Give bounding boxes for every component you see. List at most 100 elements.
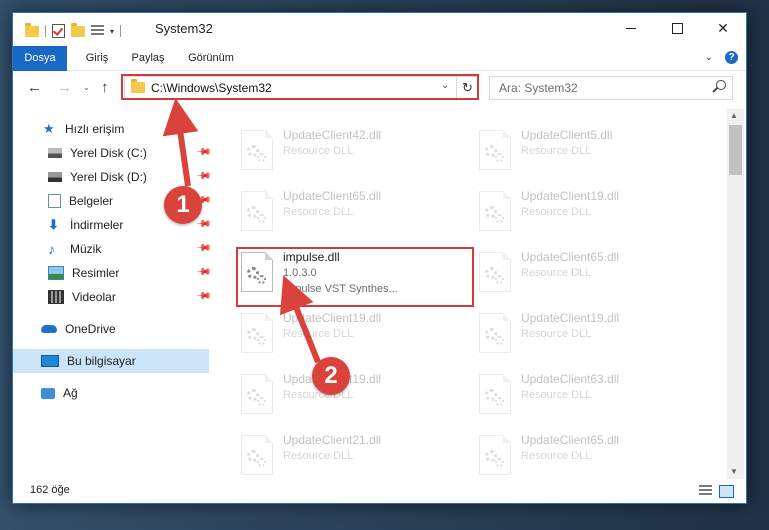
step-badge-2: 2 bbox=[312, 357, 350, 395]
sidebar-item-label: OneDrive bbox=[65, 322, 116, 336]
music-icon: ♪ bbox=[48, 241, 55, 257]
refresh-icon[interactable]: ↻ bbox=[456, 77, 478, 99]
dll-file-icon bbox=[479, 374, 511, 414]
list-item[interactable]: UpdateClient5.dll Resource DLL bbox=[475, 124, 699, 180]
list-item[interactable]: UpdateClient19.dll Resource DLL bbox=[237, 307, 461, 363]
list-item[interactable]: UpdateClient65.dll Resource DLL bbox=[475, 429, 699, 479]
ribbon-tabs: Dosya Giriş Paylaş Görünüm ⌄ ? bbox=[13, 46, 746, 102]
list-item-impulse-dll[interactable]: impulse.dll 1.0.3.0 Impulse VST Synthes.… bbox=[237, 246, 461, 302]
quick-access-toolbar: ▾ bbox=[25, 22, 122, 39]
sidebar-item-label: Yerel Disk (D:) bbox=[70, 170, 147, 184]
sidebar-item-music[interactable]: ♪ Müzik 📌 bbox=[13, 237, 212, 261]
sidebar-item-videos[interactable]: Videolar 📌 bbox=[13, 285, 212, 309]
dll-file-icon bbox=[241, 252, 273, 292]
sidebar-item-label: Yerel Disk (C:) bbox=[70, 146, 147, 160]
back-arrow-icon[interactable]: ← bbox=[27, 79, 42, 96]
ribbon-controls: ⌄ ? bbox=[705, 51, 738, 64]
pin-icon[interactable]: 📌 bbox=[195, 168, 212, 185]
minimize-button[interactable] bbox=[608, 13, 654, 43]
sidebar-item-label: Belgeler bbox=[69, 194, 114, 208]
scroll-thumb[interactable] bbox=[729, 125, 742, 175]
pictures-icon bbox=[48, 266, 64, 280]
sidebar-item-label: İndirmeler bbox=[70, 218, 124, 232]
file-type: Resource DLL bbox=[283, 450, 354, 462]
file-type: Resource DLL bbox=[521, 328, 592, 340]
expand-ribbon-icon[interactable]: ⌄ bbox=[705, 52, 713, 63]
list-item[interactable]: UpdateClient65.dll Resource DLL bbox=[237, 185, 461, 241]
new-folder-icon[interactable] bbox=[71, 22, 85, 37]
network-icon bbox=[41, 387, 55, 399]
sidebar-item-label: Ağ bbox=[63, 386, 78, 400]
item-count: 162 öğe bbox=[30, 484, 70, 496]
file-name: UpdateClient19.dll bbox=[521, 311, 620, 325]
close-button[interactable]: ✕ bbox=[700, 13, 746, 43]
help-icon[interactable]: ? bbox=[725, 51, 738, 64]
pin-icon[interactable]: 📌 bbox=[195, 264, 212, 281]
sidebar-item-quick-access[interactable]: ★ Hızlı erişim bbox=[13, 117, 209, 141]
up-arrow-icon[interactable]: ↑ bbox=[101, 79, 109, 96]
sidebar-item-label: Müzik bbox=[70, 242, 102, 256]
scroll-up-icon[interactable]: ▲ bbox=[730, 111, 738, 120]
file-type: Resource DLL bbox=[521, 389, 592, 401]
list-item[interactable]: UpdateClient65.dll Resource DLL bbox=[475, 246, 699, 302]
list-item[interactable]: UpdateClient19.dll Resource DLL bbox=[475, 185, 699, 241]
file-type: Resource DLL bbox=[283, 206, 354, 218]
address-dropdown-icon[interactable]: ⌄ bbox=[441, 80, 449, 91]
sidebar-item-onedrive[interactable]: OneDrive bbox=[13, 317, 209, 341]
list-item[interactable]: UpdateClient63.dll Resource DLL bbox=[475, 368, 699, 424]
details-view-icon[interactable] bbox=[699, 485, 712, 496]
file-type: Resource DLL bbox=[521, 145, 592, 157]
forward-arrow-icon[interactable]: → bbox=[57, 79, 72, 96]
sidebar-item-this-pc[interactable]: Bu bilgisayar bbox=[13, 349, 209, 373]
file-type: Resource DLL bbox=[521, 206, 592, 218]
file-name: UpdateClient65.dll bbox=[283, 189, 382, 203]
sidebar-item-network[interactable]: Ağ bbox=[13, 381, 209, 405]
search-icon[interactable] bbox=[716, 80, 726, 90]
vertical-scrollbar[interactable]: ▲ ▼ bbox=[727, 109, 744, 479]
file-type: Resource DLL bbox=[521, 267, 592, 279]
divider bbox=[45, 25, 46, 37]
list-item[interactable]: UpdateClient19.dll Resource DLL bbox=[475, 307, 699, 363]
sidebar-item-drive-c[interactable]: Yerel Disk (C:) 📌 bbox=[13, 141, 212, 165]
tiles-view-icon[interactable] bbox=[719, 485, 734, 498]
pin-icon[interactable]: 📌 bbox=[195, 216, 212, 233]
title-bar: ▾ System32 ✕ bbox=[13, 13, 746, 46]
file-description: Impulse VST Synthes... bbox=[283, 283, 398, 295]
file-name: UpdateClient19.dll bbox=[283, 311, 382, 325]
tab-view[interactable]: Görünüm bbox=[183, 46, 239, 70]
tab-share[interactable]: Paylaş bbox=[127, 46, 169, 70]
dll-file-icon bbox=[241, 191, 273, 231]
file-name: UpdateClient65.dll bbox=[521, 433, 620, 447]
folder-icon bbox=[131, 79, 145, 93]
maximize-icon bbox=[671, 22, 683, 34]
scroll-down-icon[interactable]: ▼ bbox=[730, 467, 738, 476]
step-badge-1: 1 bbox=[164, 186, 202, 224]
sidebar-item-pictures[interactable]: Resimler 📌 bbox=[13, 261, 212, 285]
drive-icon bbox=[48, 172, 62, 182]
pin-icon[interactable]: 📌 bbox=[195, 144, 212, 161]
status-bar: 162 öğe bbox=[13, 479, 746, 503]
file-name: UpdateClient65.dll bbox=[521, 250, 620, 264]
dll-file-icon bbox=[479, 252, 511, 292]
sidebar-item-label: Bu bilgisayar bbox=[67, 354, 136, 368]
tab-home[interactable]: Giriş bbox=[79, 46, 115, 70]
dll-file-icon bbox=[479, 313, 511, 353]
list-item[interactable]: UpdateClient42.dll Resource DLL bbox=[237, 124, 461, 180]
search-box[interactable]: Ara: System32 bbox=[489, 76, 733, 100]
customize-arrow-icon[interactable]: ▾ bbox=[110, 27, 114, 36]
properties-check-icon[interactable] bbox=[52, 24, 65, 38]
explorer-window: ▾ System32 ✕ Dosya Giriş Paylaş Görünüm … bbox=[12, 12, 747, 504]
address-bar[interactable]: C:\Windows\System32 ⌄ ↻ bbox=[124, 76, 478, 100]
pin-icon[interactable]: 📌 bbox=[195, 288, 212, 305]
recent-locations-icon[interactable]: ⌄ bbox=[83, 83, 90, 92]
pin-icon[interactable]: 📌 bbox=[195, 240, 212, 257]
file-version: 1.0.3.0 bbox=[283, 267, 317, 279]
maximize-button[interactable] bbox=[654, 13, 700, 43]
file-type: Resource DLL bbox=[283, 328, 354, 340]
star-icon: ★ bbox=[43, 121, 55, 136]
dll-file-icon bbox=[241, 130, 273, 170]
navigation-bar: ← → ⌄ ↑ C:\Windows\System32 ⌄ ↻ Ara: Sys… bbox=[13, 71, 746, 105]
list-properties-icon[interactable] bbox=[91, 25, 104, 37]
list-item[interactable]: UpdateClient21.dll Resource DLL bbox=[237, 429, 461, 479]
address-path[interactable]: C:\Windows\System32 bbox=[151, 81, 272, 95]
